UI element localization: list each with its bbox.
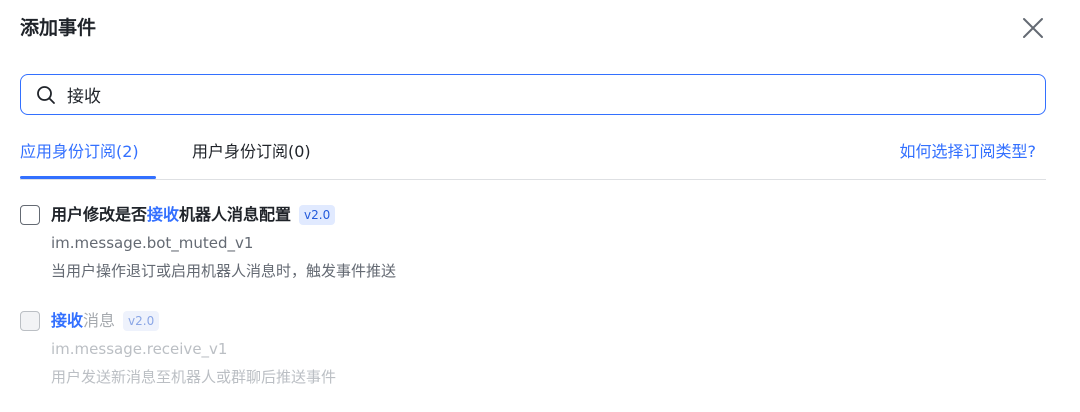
event-key: im.message.bot_muted_v1	[51, 234, 254, 252]
search-box[interactable]	[20, 74, 1046, 115]
event-title-prefix: 用户修改是否	[51, 205, 148, 224]
search-icon	[37, 85, 55, 104]
tab-app-identity[interactable]: 应用身份订阅(2)	[20, 140, 139, 164]
event-title: 接收 消息 v2.0	[51, 308, 160, 334]
dialog-title: 添加事件	[20, 17, 97, 39]
event-key: im.message.receive_v1	[51, 340, 228, 358]
tab-user-identity[interactable]: 用户身份订阅(0)	[192, 140, 311, 164]
event-title-suffix: 机器人消息配置	[179, 205, 292, 224]
add-event-dialog: 添加事件 应用身份订阅(2) 用户身份订阅(0) 如何选择订阅类型? 用户修改是…	[0, 0, 1080, 412]
active-tab-indicator	[20, 176, 156, 179]
event-title-match: 接收	[147, 205, 180, 224]
tab-bar: 应用身份订阅(2) 用户身份订阅(0) 如何选择订阅类型?	[20, 130, 1046, 180]
version-badge: v2.0	[299, 205, 336, 225]
event-description: 当用户操作退订或启用机器人消息时，触发事件推送	[51, 262, 397, 280]
close-icon	[1023, 18, 1043, 38]
help-link[interactable]: 如何选择订阅类型?	[900, 140, 1037, 164]
version-badge: v2.0	[123, 311, 160, 331]
close-button[interactable]	[1019, 14, 1047, 42]
event-description: 用户发送新消息至机器人或群聊后推送事件	[51, 368, 337, 386]
event-checkbox[interactable]	[20, 205, 40, 225]
event-title-match: 接收	[51, 311, 84, 330]
event-checkbox-disabled	[20, 311, 40, 331]
event-title-suffix: 消息	[83, 311, 116, 330]
event-title: 用户修改是否 接收 机器人消息配置 v2.0	[51, 202, 336, 228]
search-input[interactable]	[67, 79, 967, 110]
